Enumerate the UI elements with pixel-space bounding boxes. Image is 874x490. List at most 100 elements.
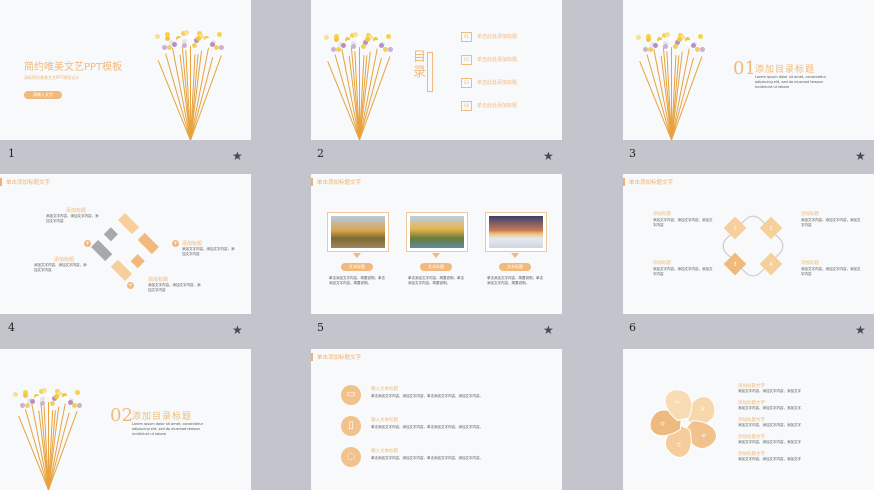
label-2: 添加标题 [182, 241, 203, 247]
toc-item: 01 单击此处添加标题 [461, 32, 551, 42]
flower [161, 44, 167, 50]
item-body: 添加文字内容，添加文字内容，添加文字 [738, 457, 801, 461]
flower [12, 391, 18, 397]
label-4: 添加标题 [801, 261, 819, 266]
star-icon[interactable]: ★ [855, 149, 866, 163]
toc-item-text: 单击此处添加标题 [477, 80, 518, 86]
item-body: 添加文字内容，添加文字内容，添加文字 [738, 389, 801, 393]
item-body: 单击添加文字内容，添加文字内容，单击添加文字内容，添加文字内容。 [371, 456, 483, 460]
slide-thumb-5[interactable]: 单击添加标题文字 文本标题单击添加文字内容，简要说明，单击添加文字内容，简要说明… [311, 174, 562, 314]
card-pointer [511, 253, 519, 258]
flower [204, 38, 210, 44]
toc-item-number: 01 [461, 32, 472, 42]
toc-item-number: 02 [461, 55, 472, 65]
star-icon[interactable]: ★ [543, 149, 554, 163]
flower [19, 402, 25, 408]
flower [697, 34, 703, 40]
slide-header: 单击添加标题文字 [311, 353, 361, 361]
toc-item-number: 03 [461, 78, 472, 88]
star-icon[interactable]: ★ [232, 323, 243, 337]
card-label: 文本标题 [420, 263, 452, 271]
slide-number-1: 1 [8, 147, 15, 160]
flower [196, 35, 202, 41]
flower [645, 37, 651, 43]
body-4: 添加文字内容，添加文字内容，添加文字内容 [148, 283, 201, 292]
card-body: 单击添加文字内容，简要说明，单击添加文字内容，简要说明。 [408, 276, 464, 285]
slide-thumb-1[interactable]: 简约唯美文艺PPT模板 清新简约唯美文艺PPT模板设计 请输入文字 [0, 0, 251, 140]
star-icon[interactable]: ★ [543, 323, 554, 337]
flower [677, 37, 683, 43]
flower [25, 402, 31, 408]
item-body: 添加文字内容，添加文字内容，添加文字 [738, 423, 801, 427]
diamond-diagram: 1 2 3 4 [722, 215, 784, 277]
section-number: 01 [733, 58, 756, 79]
flower [72, 402, 78, 408]
slide-thumb-4[interactable]: 单击添加标题文字 添加标题 添加文字内容，添加文字内容，添加文字内容 添加标题 … [0, 174, 251, 314]
slide-thumb-6[interactable]: 单击添加标题文字 1 2 3 4 添加标题 添加文字内容，添加文字内容，添加文字… [623, 174, 874, 314]
flower [50, 400, 56, 406]
card-pointer [432, 253, 440, 258]
flower [164, 35, 170, 41]
toc-item: 02 单击此处添加标题 [461, 55, 551, 65]
item-body: 单击添加文字内容，添加文字内容，单击添加文字内容，添加文字内容。 [371, 394, 483, 398]
flower [387, 46, 393, 52]
card-body: 单击添加文字内容，简要说明，单击添加文字内容，简要说明。 [329, 276, 385, 285]
label-2: 添加标题 [801, 212, 819, 217]
star-icon[interactable]: ★ [855, 323, 866, 337]
landscape-image [489, 216, 543, 248]
card-photo [485, 212, 547, 252]
card-label: 文本标题 [499, 263, 531, 271]
section-desc: Lorem ipsum dolor sit amet, consectetur … [755, 75, 827, 89]
item-body: 添加文字内容，添加文字内容，添加文字 [738, 406, 801, 410]
landscape-image [331, 216, 385, 248]
slide-header: 单击添加标题文字 [0, 178, 50, 186]
slide-thumb-3[interactable]: 01 添加目录标题 Lorem ipsum dolor sit amet, co… [623, 0, 874, 140]
item-title: 输入文本标题 [371, 387, 398, 392]
toc-item: 04 单击此处添加标题 [461, 101, 551, 111]
body-3: 添加文字内容，添加文字内容，添加文字内容 [34, 263, 87, 272]
slide-thumb-7[interactable]: 02 添加目录标题 Lorem ipsum dolor sit amet, co… [0, 349, 251, 490]
slide-thumb-8[interactable]: 单击添加标题文字 ▭ 输入文本标题 单击添加文字内容，添加文字内容，单击添加文字内容… [311, 349, 562, 490]
body-2: 添加文字内容，添加文字内容，添加文字内容 [182, 247, 235, 256]
flower [76, 402, 82, 408]
flower [323, 35, 329, 41]
flower [365, 37, 371, 43]
label-1: 添加标题 [66, 208, 87, 214]
card-photo [327, 212, 389, 252]
flower [39, 400, 45, 406]
bouquet-image [635, 22, 705, 140]
flower [385, 34, 391, 40]
slide-number-3: 3 [629, 147, 636, 160]
slide1-title: 简约唯美文艺PPT模板 [24, 62, 123, 73]
plus-icon: + [172, 240, 179, 247]
body-3: 添加文字内容，添加文字内容，添加文字内容 [653, 267, 713, 276]
flower [171, 41, 177, 47]
body-4: 添加文字内容，添加文字内容，添加文字内容 [801, 267, 861, 276]
bouquet-image [154, 20, 224, 140]
pinwheel-diagram: ABCDE [649, 389, 717, 458]
label-1: 添加标题 [653, 212, 671, 217]
slide-header: 单击添加标题文字 [311, 178, 361, 186]
body-2: 添加文字内容，添加文字内容，添加文字内容 [801, 218, 861, 227]
flower [46, 392, 51, 398]
flower [62, 396, 68, 402]
bulb-icon: ◌ [341, 447, 361, 467]
flower [361, 44, 367, 50]
flower [74, 390, 80, 396]
flower [216, 32, 222, 38]
tablet-icon: ▯ [341, 416, 361, 436]
flower [29, 399, 35, 405]
star-icon[interactable]: ★ [232, 149, 243, 163]
landscape-image [410, 216, 464, 248]
card-label: 文本标题 [341, 263, 373, 271]
flower [181, 42, 187, 48]
slide1-button: 请输入文字 [24, 91, 62, 99]
diamond-4: 4 [769, 262, 772, 268]
toc-label [427, 52, 433, 92]
slide-thumb-2[interactable]: 目录 01 单击此处添加标题 02 单击此处添加标题 03 单击此处添加标题 04 单击此处添… [311, 0, 562, 140]
plus-icon: + [127, 282, 134, 289]
slide-number-6: 6 [629, 321, 636, 334]
slide-thumb-9[interactable]: ABCDE 添加标题文字 添加文字内容，添加文字内容，添加文字 添加标题文字 添加文字… [623, 349, 874, 490]
section-number: 02 [110, 405, 133, 426]
flower [340, 43, 346, 49]
